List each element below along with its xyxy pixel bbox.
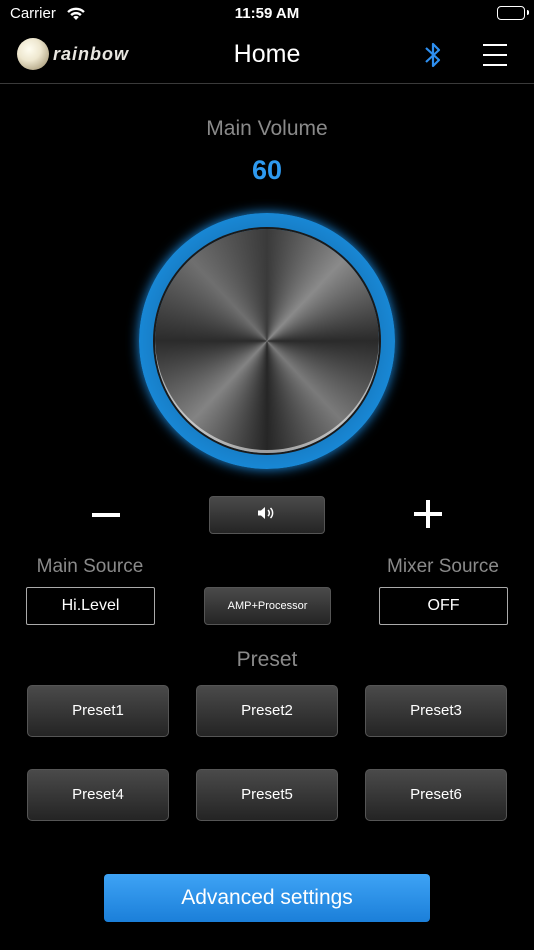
page-title: Home [233, 40, 301, 68]
advanced-settings-button[interactable]: Advanced settings [104, 874, 430, 922]
main-source-select[interactable]: Hi.Level [26, 587, 155, 625]
preset-2-button[interactable]: Preset2 [196, 685, 338, 737]
preset-3-button[interactable]: Preset3 [365, 685, 507, 737]
nav-bar: rainbow Home [0, 28, 534, 84]
status-bar: Carrier 11:59 AM [0, 0, 534, 28]
main-source-label: Main Source [36, 556, 144, 577]
volume-up-button[interactable] [414, 500, 442, 528]
preset-5-button[interactable]: Preset5 [196, 769, 338, 821]
preset-4-button[interactable]: Preset4 [27, 769, 169, 821]
volume-down-button[interactable] [92, 513, 120, 517]
preset-6-button[interactable]: Preset6 [365, 769, 507, 821]
status-time: 11:59 AM [234, 5, 300, 22]
mute-button[interactable] [209, 496, 325, 534]
preset-1-button[interactable]: Preset1 [27, 685, 169, 737]
main-volume-label: Main Volume [206, 117, 328, 140]
bluetooth-icon[interactable] [422, 40, 444, 75]
amp-processor-button[interactable]: AMP+Processor [204, 587, 331, 625]
volume-knob[interactable] [155, 229, 379, 453]
preset-label: Preset [236, 648, 298, 671]
mixer-source-select[interactable]: OFF [379, 587, 508, 625]
menu-icon[interactable] [483, 44, 507, 66]
speaker-icon [256, 505, 278, 526]
mixer-source-label: Mixer Source [387, 556, 499, 577]
main-volume-value: 60 [251, 155, 283, 185]
battery-icon [497, 6, 529, 20]
